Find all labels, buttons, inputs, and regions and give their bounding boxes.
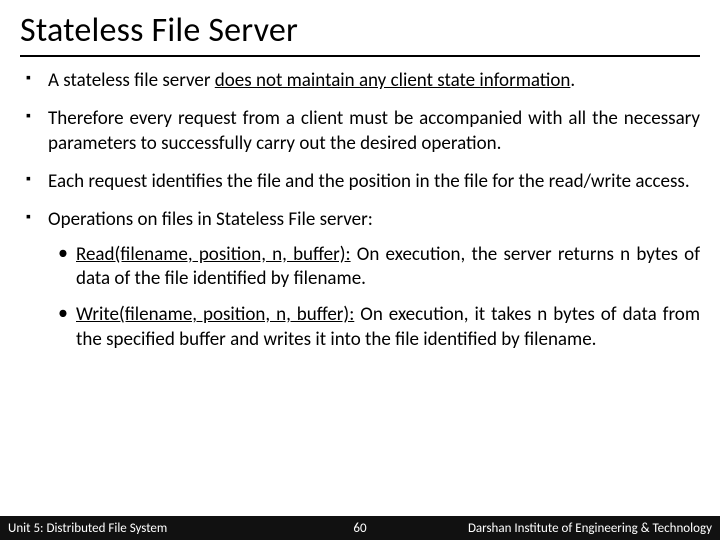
slide-title: Stateless File Server: [20, 10, 700, 57]
bullet-item: Therefore every request from a client mu…: [48, 107, 700, 156]
sub-bullet-item: Read(filename, position, n, buffer): On …: [76, 243, 700, 292]
text: A stateless file server: [48, 69, 215, 92]
text-underlined: Read(filename, position, n, buffer):: [76, 243, 351, 266]
bullet-list: A stateless file server does not maintai…: [20, 69, 700, 352]
text: .: [570, 69, 575, 92]
text-underlined: does not maintain any client state infor…: [215, 69, 571, 92]
footer-left: Unit 5: Distributed File System: [8, 521, 167, 536]
bullet-item: Each request identifies the file and the…: [48, 170, 700, 194]
bullet-item: Operations on files in Stateless File se…: [48, 208, 700, 352]
bullet-item: A stateless file server does not maintai…: [48, 69, 700, 93]
text-underlined: Write(filename, position, n, buffer):: [76, 303, 354, 326]
footer-right: Darshan Institute of Engineering & Techn…: [468, 521, 712, 536]
slide-body: A stateless file server does not maintai…: [20, 69, 700, 352]
slide: Stateless File Server A stateless file s…: [0, 0, 720, 540]
text: Operations on files in Stateless File se…: [48, 208, 373, 231]
sub-bullet-item: Write(filename, position, n, buffer): On…: [76, 303, 700, 352]
footer-bar: Unit 5: Distributed File System 60 Darsh…: [0, 516, 720, 540]
sub-bullet-list: Read(filename, position, n, buffer): On …: [48, 243, 700, 352]
